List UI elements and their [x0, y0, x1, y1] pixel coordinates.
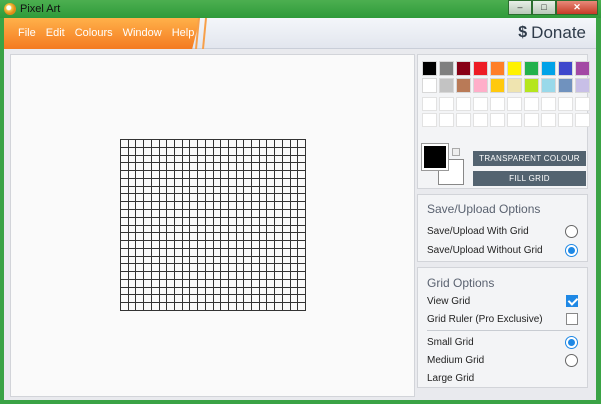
menu-edit[interactable]: Edit	[46, 27, 65, 40]
donate-button[interactable]: $ Donate	[518, 23, 586, 43]
custom-color-slot[interactable]	[490, 113, 505, 127]
donate-label: Donate	[531, 23, 586, 42]
grid-ruler-label: Grid Ruler (Pro Exclusive)	[427, 314, 543, 325]
color-swatch[interactable]	[422, 61, 437, 76]
custom-color-slot[interactable]	[575, 97, 590, 111]
color-swatch[interactable]	[490, 61, 505, 76]
primary-color-swatch[interactable]	[421, 143, 449, 171]
menu-bar: File Edit Colours Window Help	[18, 27, 204, 40]
grid-options-title: Grid Options	[427, 276, 495, 290]
medium-grid-label: Medium Grid	[427, 355, 485, 366]
color-swatch[interactable]	[558, 61, 573, 76]
color-swatch[interactable]	[456, 61, 471, 76]
grid-ruler-checkbox[interactable]	[566, 313, 578, 325]
color-swatch[interactable]	[507, 61, 522, 76]
view-grid-label: View Grid	[427, 296, 471, 307]
color-swatch[interactable]	[524, 78, 539, 93]
menu-colours[interactable]: Colours	[75, 27, 113, 40]
custom-color-slots	[422, 97, 590, 127]
without-grid-label: Save/Upload Without Grid	[427, 245, 543, 256]
menu-file[interactable]: File	[18, 27, 36, 40]
color-swatch[interactable]	[541, 61, 556, 76]
without-grid-radio[interactable]	[565, 244, 578, 257]
color-swatch[interactable]	[541, 78, 556, 93]
custom-color-slot[interactable]	[422, 97, 437, 111]
with-grid-label: Save/Upload With Grid	[427, 226, 529, 237]
pixel-grid-canvas[interactable]	[120, 139, 306, 311]
menu-window[interactable]: Window	[123, 27, 162, 40]
window-titlebar[interactable]: Pixel Art – □ ✕	[0, 0, 601, 18]
swap-colors-icon[interactable]	[452, 148, 460, 156]
canvas-panel	[10, 54, 415, 397]
transparent-colour-button[interactable]: TRANSPARENT COLOUR	[473, 151, 586, 166]
save-upload-title: Save/Upload Options	[427, 202, 541, 216]
custom-color-slot[interactable]	[541, 97, 556, 111]
medium-grid-radio[interactable]	[565, 354, 578, 367]
window-frame: File Edit Colours Window Help $ Donate T…	[0, 18, 601, 404]
custom-color-slot[interactable]	[507, 113, 522, 127]
color-swatch[interactable]	[422, 78, 437, 93]
app-header: File Edit Colours Window Help $ Donate	[4, 18, 596, 49]
grid-options-panel: Grid Options View Grid Grid Ruler (Pro E…	[417, 267, 588, 388]
small-grid-label: Small Grid	[427, 337, 474, 348]
custom-color-slot[interactable]	[490, 97, 505, 111]
small-grid-radio[interactable]	[565, 336, 578, 349]
large-grid-label: Large Grid	[427, 373, 475, 384]
custom-color-slot[interactable]	[524, 113, 539, 127]
color-swatch[interactable]	[456, 78, 471, 93]
dollar-icon: $	[518, 24, 528, 41]
menu-help[interactable]: Help	[172, 27, 195, 40]
app-icon	[4, 3, 16, 15]
window-controls: – □ ✕	[508, 0, 598, 16]
custom-color-slot[interactable]	[524, 97, 539, 111]
color-swatch[interactable]	[490, 78, 505, 93]
color-swatch[interactable]	[524, 61, 539, 76]
color-swatch[interactable]	[558, 78, 573, 93]
custom-color-slot[interactable]	[541, 113, 556, 127]
custom-color-slot[interactable]	[473, 113, 488, 127]
custom-color-slot[interactable]	[575, 113, 590, 127]
custom-color-slot[interactable]	[422, 113, 437, 127]
custom-color-slot[interactable]	[456, 113, 471, 127]
custom-color-slot[interactable]	[558, 113, 573, 127]
color-swatch[interactable]	[507, 78, 522, 93]
fill-grid-button[interactable]: FILL GRID	[473, 171, 586, 186]
custom-color-slot[interactable]	[558, 97, 573, 111]
custom-color-slot[interactable]	[439, 97, 454, 111]
custom-color-slot[interactable]	[456, 97, 471, 111]
with-grid-radio[interactable]	[565, 225, 578, 238]
view-grid-checkbox[interactable]	[566, 295, 578, 307]
maximize-button[interactable]: □	[532, 0, 556, 15]
close-button[interactable]: ✕	[556, 0, 598, 15]
divider	[427, 330, 580, 331]
custom-color-slot[interactable]	[507, 97, 522, 111]
app-client-area: File Edit Colours Window Help $ Donate T…	[4, 18, 596, 400]
color-swatch[interactable]	[473, 61, 488, 76]
color-swatches	[422, 61, 590, 93]
minimize-button[interactable]: –	[508, 0, 532, 15]
color-swatch[interactable]	[473, 78, 488, 93]
custom-color-slot[interactable]	[473, 97, 488, 111]
color-swatch[interactable]	[575, 78, 590, 93]
color-swatch[interactable]	[439, 78, 454, 93]
window-title: Pixel Art	[20, 3, 61, 15]
save-upload-panel: Save/Upload Options Save/Upload With Gri…	[417, 194, 588, 262]
custom-color-slot[interactable]	[439, 113, 454, 127]
palette-panel: TRANSPARENT COLOUR FILL GRID	[417, 54, 590, 189]
color-swatch[interactable]	[575, 61, 590, 76]
color-swatch[interactable]	[439, 61, 454, 76]
